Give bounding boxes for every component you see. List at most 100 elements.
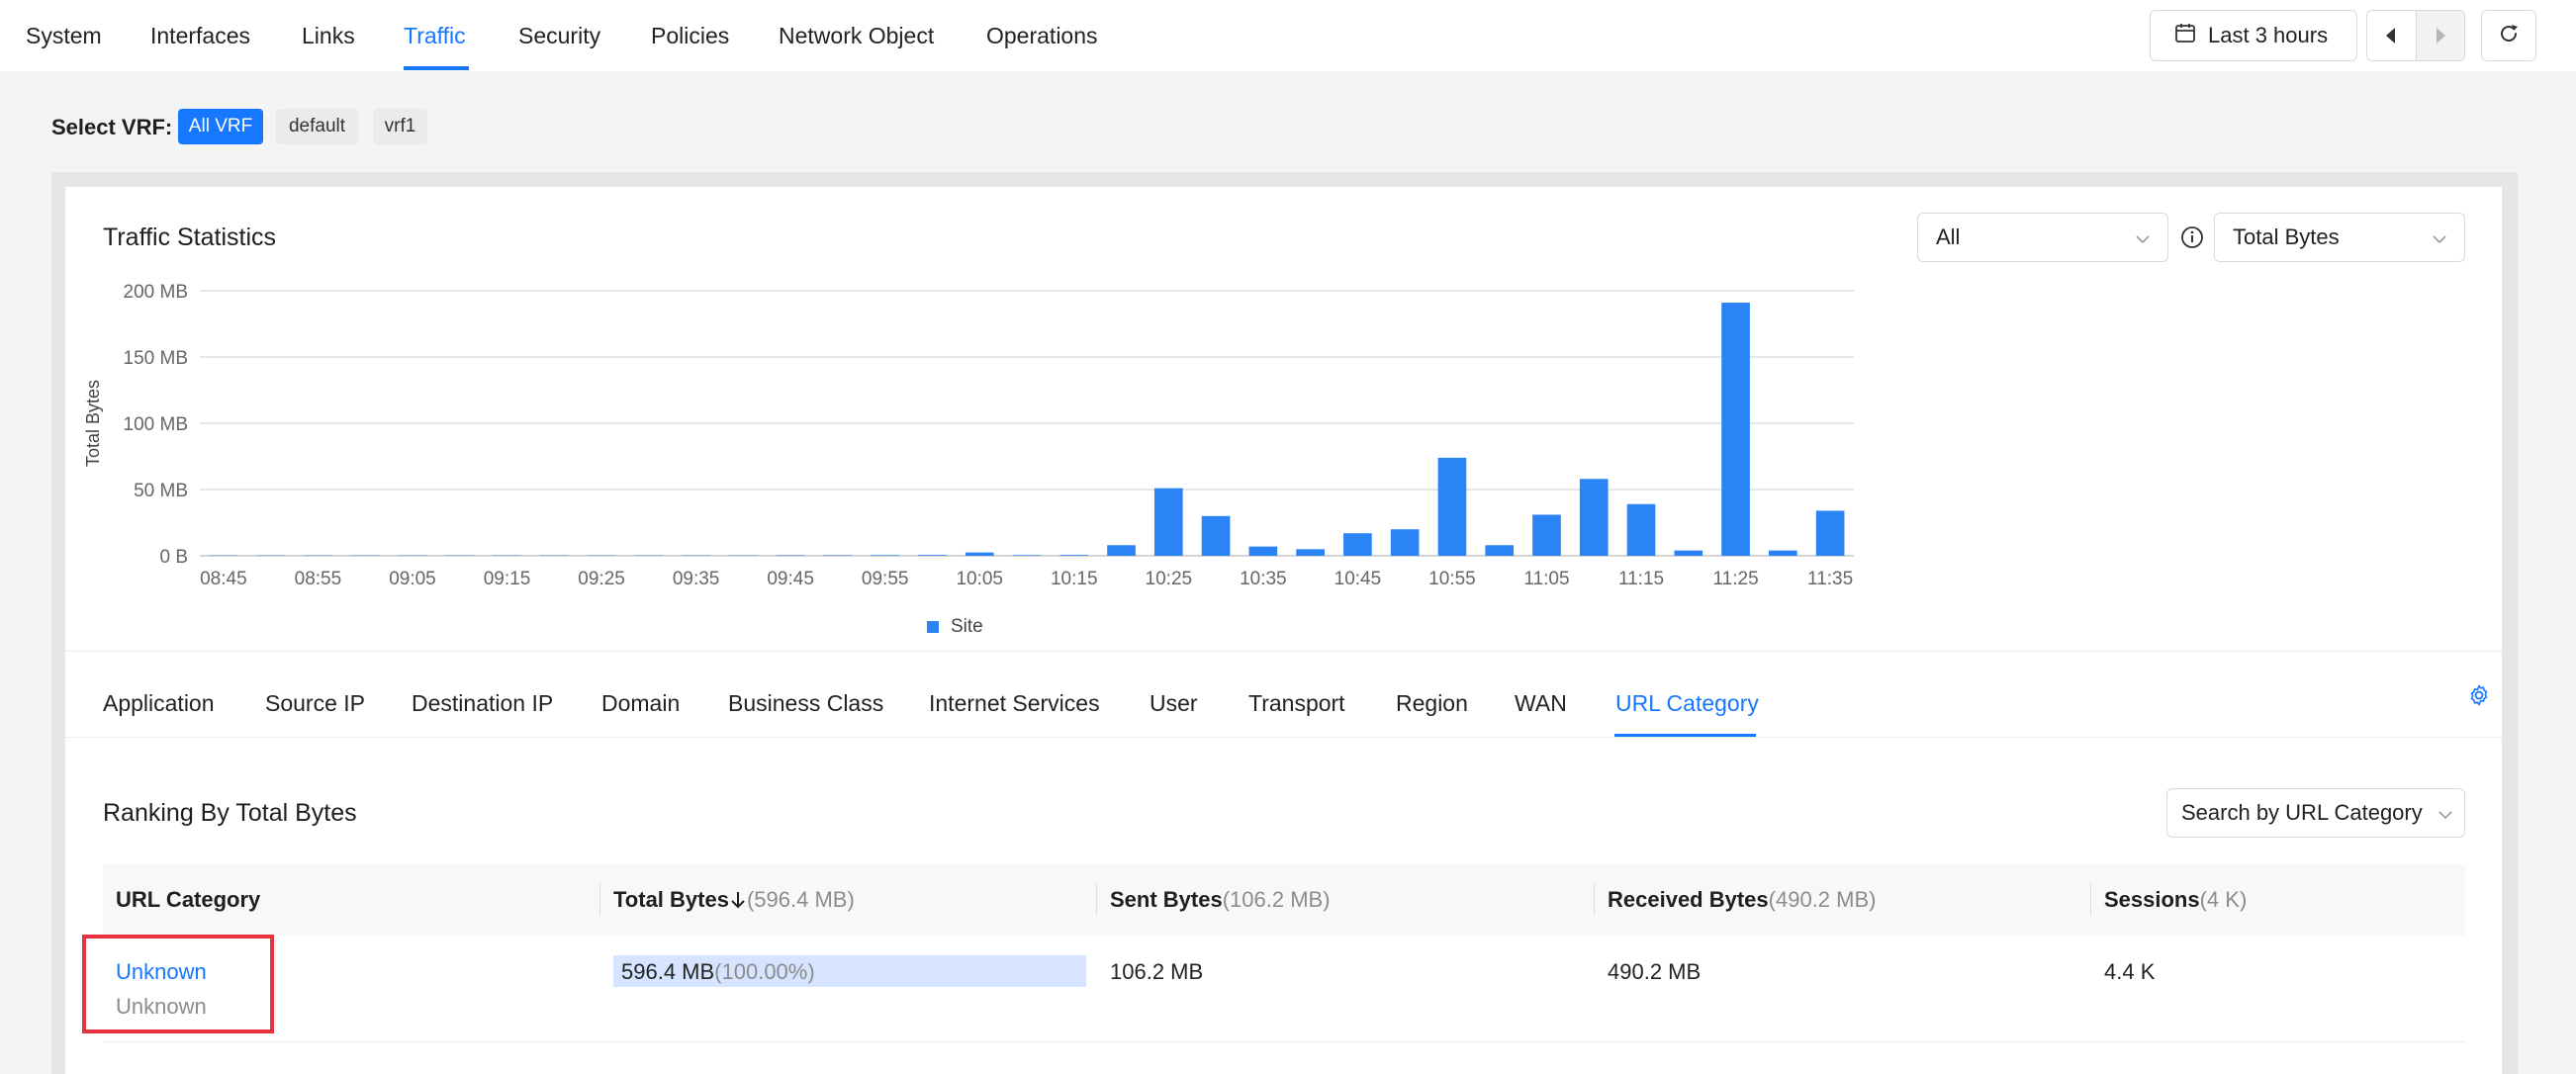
- chart-bar: [1153, 488, 1183, 556]
- col-received-bytes[interactable]: Received Bytes(490.2 MB): [1608, 887, 1876, 913]
- x-tick-label: 10:55: [1428, 569, 1476, 589]
- ranking-title: Ranking By Total Bytes: [103, 799, 357, 827]
- nav-active-indicator: [404, 66, 469, 70]
- x-tick-label: 09:45: [767, 569, 814, 589]
- tab-source-ip[interactable]: Source IP: [265, 689, 365, 717]
- tab-internet-services[interactable]: Internet Services: [929, 689, 1100, 717]
- nav-links[interactable]: Links: [302, 22, 355, 49]
- tab-transport[interactable]: Transport: [1248, 689, 1345, 717]
- gear-icon[interactable]: [2467, 683, 2491, 712]
- time-range-button[interactable]: Last 3 hours: [2150, 10, 2357, 61]
- filter-select[interactable]: All: [1917, 213, 2168, 262]
- metric-select[interactable]: Total Bytes: [2214, 213, 2465, 262]
- chevron-down-icon: [2134, 228, 2152, 254]
- tab-destination-ip[interactable]: Destination IP: [412, 689, 553, 717]
- col-sessions-label: Sessions: [2104, 887, 2200, 912]
- highlight-annotation-box: [82, 935, 274, 1033]
- filter-select-value: All: [1936, 224, 1961, 249]
- vrf-chip-all[interactable]: All VRF: [178, 109, 263, 144]
- total-bytes-cell: 596.4 MB(100.00%): [621, 959, 815, 985]
- vrf-chip-default[interactable]: default: [276, 109, 358, 144]
- chart-bar: [1107, 545, 1136, 556]
- x-tick-label: 09:15: [484, 569, 531, 589]
- tab-application[interactable]: Application: [103, 689, 215, 717]
- col-sessions-total: (4 K): [2199, 887, 2248, 912]
- chart-bar: [1721, 303, 1750, 556]
- col-received-bytes-total: (490.2 MB): [1768, 887, 1877, 912]
- x-tick-label: 10:45: [1334, 569, 1382, 589]
- total-bytes-value: 596.4 MB: [621, 959, 715, 984]
- top-nav: System Interfaces Links Traffic Security…: [0, 0, 2576, 71]
- tab-wan[interactable]: WAN: [1515, 689, 1567, 717]
- url-category-search-placeholder: Search by URL Category: [2181, 800, 2423, 825]
- section-divider: [65, 651, 2502, 652]
- chart-bar: [776, 555, 805, 556]
- x-tick-label: 11:35: [1807, 569, 1853, 589]
- col-url-category[interactable]: URL Category: [116, 887, 260, 913]
- col-sessions[interactable]: Sessions(4 K): [2104, 887, 2247, 913]
- chart-bar: [1012, 555, 1042, 556]
- nav-interfaces[interactable]: Interfaces: [150, 22, 250, 49]
- col-sent-bytes-label: Sent Bytes: [1110, 887, 1223, 912]
- col-received-bytes-label: Received Bytes: [1608, 887, 1769, 912]
- chart-bar: [1437, 457, 1467, 556]
- col-total-bytes[interactable]: Total Bytes (596.4 MB): [613, 887, 855, 913]
- legend-label: Site: [951, 616, 983, 637]
- x-tick-label: 09:25: [578, 569, 625, 589]
- tab-business-class[interactable]: Business Class: [728, 689, 883, 717]
- chart-bar: [1248, 546, 1278, 556]
- caret-right-icon[interactable]: [2415, 11, 2464, 60]
- row-divider: [103, 1041, 2465, 1042]
- chart-bar: [1296, 549, 1325, 556]
- x-tick-label: 10:05: [956, 569, 1003, 589]
- calendar-icon: [2174, 22, 2196, 49]
- nav-network-object[interactable]: Network Object: [779, 22, 934, 49]
- refresh-icon: [2497, 22, 2521, 50]
- chart-bar: [1674, 550, 1703, 556]
- chevron-down-icon: [2431, 228, 2448, 254]
- chart-bar: [1201, 515, 1231, 556]
- sessions-cell: 4.4 K: [2104, 959, 2156, 984]
- chart-bar: [918, 555, 947, 556]
- tab-user[interactable]: User: [1150, 689, 1198, 717]
- chart-bar: [1532, 514, 1561, 556]
- chart-bar: [1815, 510, 1845, 556]
- nav-system[interactable]: System: [26, 22, 102, 49]
- col-sent-bytes-total: (106.2 MB): [1222, 887, 1331, 912]
- x-tick-label: 08:45: [200, 569, 247, 589]
- y-tick-label: 100 MB: [124, 414, 188, 435]
- url-category-search[interactable]: Search by URL Category: [2166, 788, 2465, 838]
- tab-domain[interactable]: Domain: [601, 689, 680, 717]
- nav-policies[interactable]: Policies: [651, 22, 729, 49]
- nav-operations[interactable]: Operations: [986, 22, 1098, 49]
- y-tick-label: 200 MB: [124, 282, 188, 303]
- chart-bar: [965, 552, 994, 556]
- chevron-down-icon: [2437, 804, 2454, 830]
- chart-bar: [1390, 529, 1420, 556]
- tab-region[interactable]: Region: [1396, 689, 1468, 717]
- chart-bar: [823, 555, 853, 556]
- col-sent-bytes[interactable]: Sent Bytes(106.2 MB): [1110, 887, 1331, 913]
- nav-security[interactable]: Security: [518, 22, 600, 49]
- chart-bar: [1626, 503, 1656, 556]
- column-separator: [599, 882, 600, 916]
- column-separator: [2090, 882, 2091, 916]
- caret-left-icon[interactable]: [2367, 11, 2416, 60]
- traffic-bar-chart: 0 B 50 MB 100 MB 150 MB 200 MB Total Bytes 08:…: [83, 282, 1854, 637]
- x-tick-label: 10:25: [1146, 569, 1193, 589]
- x-tick-label: 09:55: [862, 569, 909, 589]
- y-axis-label: Total Bytes: [83, 380, 103, 467]
- x-tick-label: 11:25: [1713, 569, 1759, 589]
- info-icon[interactable]: [2180, 225, 2204, 254]
- refresh-button[interactable]: [2481, 10, 2536, 61]
- chart-bar: [1485, 545, 1515, 556]
- chart-bar: [1343, 533, 1372, 556]
- vrf-chip-vrf1[interactable]: vrf1: [373, 109, 427, 144]
- nav-traffic[interactable]: Traffic: [404, 22, 466, 49]
- tab-url-category[interactable]: URL Category: [1615, 689, 1759, 717]
- total-bytes-percent: (100.00%): [714, 959, 815, 984]
- time-range-label: Last 3 hours: [2208, 23, 2329, 47]
- y-tick-label: 50 MB: [134, 481, 188, 501]
- chart-bar: [1769, 550, 1797, 556]
- chart-bar: [871, 555, 900, 556]
